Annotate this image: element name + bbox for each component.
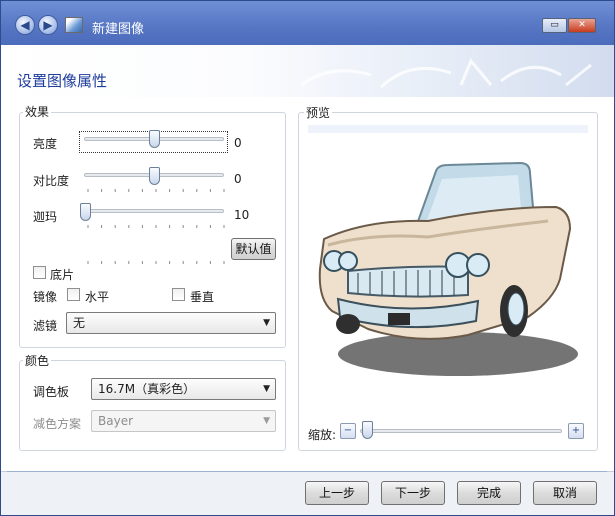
finish-button[interactable]: 完成 (457, 481, 521, 505)
dither-label: 减色方案 (33, 417, 82, 431)
zoom-in-icon: + (571, 425, 581, 436)
mirror-label: 镜像 (33, 290, 58, 304)
title-bar: ◀ ▶ 新建图像 ▭ ✕ (1, 1, 614, 45)
negative-checkbox[interactable] (33, 266, 46, 279)
zoom-slider-thumb[interactable] (362, 421, 373, 439)
image-app-icon (65, 17, 83, 33)
filter-select-value: 无 (73, 316, 86, 330)
dropdown-arrow-icon: ▼ (263, 416, 270, 426)
close-icon: ✕ (578, 20, 586, 30)
dialog-window: ◀ ▶ 新建图像 ▭ ✕ 设置图像属性 效果 亮度 0 对比度 0 迦玛 10 … (0, 0, 615, 516)
next-button[interactable]: 下一步 (381, 481, 445, 505)
cancel-button[interactable]: 取消 (533, 481, 597, 505)
gamma-label: 迦玛 (33, 210, 58, 224)
close-button[interactable]: ✕ (568, 18, 596, 33)
horizontal-checkbox[interactable] (67, 288, 80, 301)
preview-car-image (318, 161, 578, 376)
dropdown-arrow-icon: ▼ (263, 318, 270, 328)
default-values-button[interactable]: 默认值 (231, 238, 276, 260)
window-title: 新建图像 (92, 22, 145, 37)
preview-legend: 预览 (304, 104, 333, 121)
restore-icon: ▭ (550, 20, 559, 30)
vertical-label: 垂直 (190, 290, 215, 304)
back-button[interactable]: 上一步 (305, 481, 369, 505)
zoom-slider-track[interactable] (360, 429, 562, 433)
palette-select[interactable]: 16.7M（真彩色） ▼ (91, 378, 276, 400)
dropdown-arrow-icon: ▼ (263, 384, 270, 394)
back-arrow-icon: ◀ (20, 18, 30, 32)
preview-top-strip (308, 125, 588, 133)
filter-label: 滤镜 (33, 319, 58, 333)
palette-label: 调色板 (33, 385, 70, 399)
zoom-label: 缩放: (308, 428, 337, 442)
dither-select: Bayer ▼ (91, 410, 276, 432)
brightness-label: 亮度 (33, 137, 58, 151)
filter-select[interactable]: 无 ▼ (66, 312, 276, 334)
dither-select-value: Bayer (98, 414, 134, 428)
horizontal-label: 水平 (85, 290, 110, 304)
effects-legend: 效果 (23, 103, 52, 120)
forward-arrow-icon: ▶ (43, 18, 53, 32)
back-nav-button[interactable]: ◀ (15, 15, 35, 35)
vertical-checkbox[interactable] (172, 288, 185, 301)
negative-label: 底片 (50, 268, 75, 282)
color-group (19, 360, 286, 451)
forward-nav-button[interactable]: ▶ (38, 15, 58, 35)
color-legend: 颜色 (23, 352, 52, 369)
contrast-value: 0 (234, 172, 242, 186)
restore-button[interactable]: ▭ (542, 18, 567, 33)
footer-divider (7, 471, 607, 472)
brightness-value: 0 (234, 136, 242, 150)
gamma-value: 10 (234, 208, 250, 222)
zoom-out-icon: − (343, 425, 353, 436)
zoom-out-button[interactable]: − (340, 423, 356, 439)
palette-select-value: 16.7M（真彩色） (98, 382, 196, 396)
slider-ticks (87, 189, 225, 264)
zoom-in-button[interactable]: + (568, 423, 584, 439)
page-title: 设置图像属性 (17, 72, 108, 90)
contrast-label: 对比度 (33, 174, 70, 188)
brightness-slider-thumb[interactable] (149, 130, 160, 148)
